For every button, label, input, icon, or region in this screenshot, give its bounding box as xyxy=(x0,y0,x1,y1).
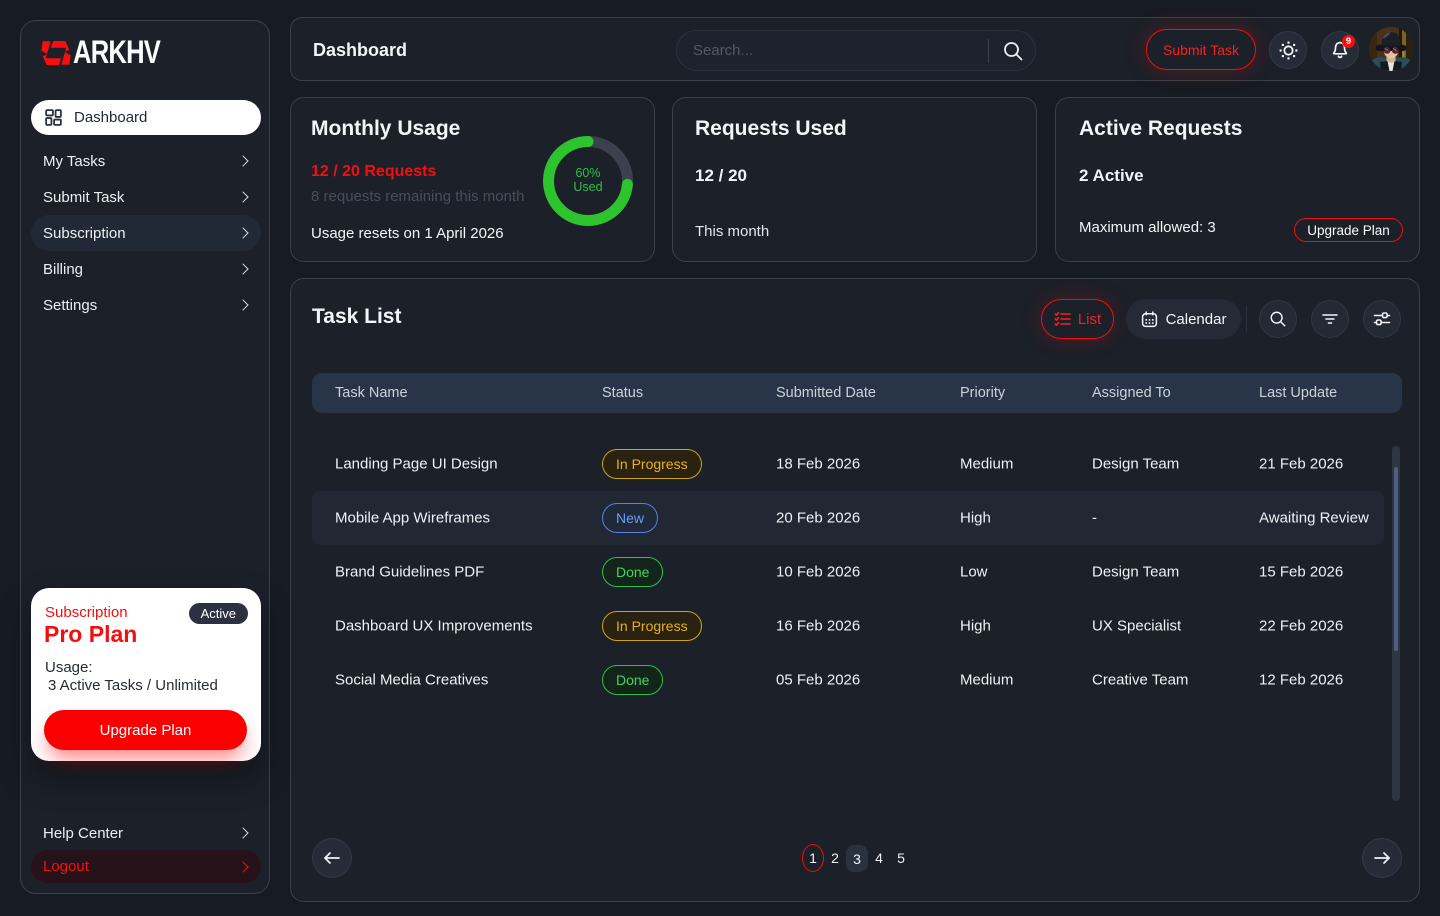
svg-text:Used: Used xyxy=(573,180,602,194)
svg-text:60%: 60% xyxy=(575,166,600,180)
